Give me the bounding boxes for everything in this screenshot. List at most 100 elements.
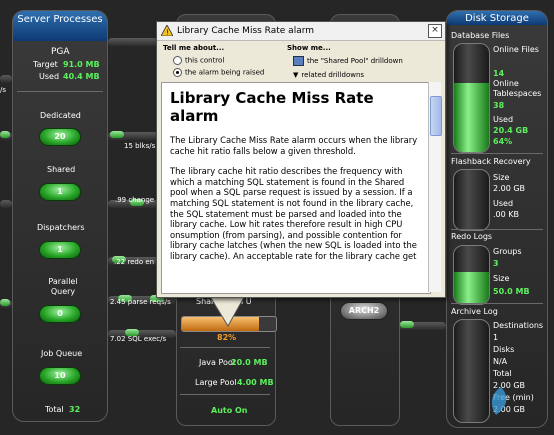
option-this-control[interactable]: this control (173, 56, 224, 65)
option-this-control-label: this control (185, 56, 225, 65)
divider (451, 303, 543, 304)
db-used-label: Used (493, 115, 514, 124)
shared-pool-drilldown-link[interactable]: the "Shared Pool" drilldown (293, 56, 403, 66)
total-label: Total (45, 405, 64, 414)
tell-me-header: Tell me about... (163, 44, 225, 52)
flow-segment (400, 321, 414, 328)
popup-scrollbar[interactable] (428, 82, 442, 292)
drilldown-link-label: the "Shared Pool" drilldown (307, 57, 403, 65)
chevron-down-icon: ▼ (293, 71, 299, 79)
scrollbar-thumb[interactable] (430, 96, 442, 136)
flashback-label: Flashback Recovery (451, 157, 531, 166)
dedicated-count[interactable]: 20 (39, 128, 81, 146)
flashback-cylinder[interactable] (453, 169, 490, 231)
destinations-label: Destinations (493, 321, 544, 330)
db-files-cylinder[interactable] (453, 43, 490, 153)
redo-logs-cylinder[interactable] (453, 245, 490, 305)
flow-segment (110, 131, 124, 138)
redo-logs-fill (454, 272, 489, 304)
large-pool-label: Large Pool (195, 378, 237, 387)
related-drilldowns-link[interactable]: ▼ related drilldowns (293, 71, 364, 79)
radio-selected-icon[interactable] (173, 68, 182, 77)
redo-logs-label: Redo Logs (451, 232, 493, 241)
help-paragraph-1: The Library Cache Miss Rate alarm occurs… (170, 135, 418, 156)
dispatchers-count[interactable]: 1 (39, 241, 81, 259)
radio-icon[interactable] (173, 56, 182, 65)
archive-log-label: Archive Log (451, 307, 498, 316)
flashback-size-label: Size (493, 173, 510, 182)
divider (451, 153, 543, 154)
job-queue-label: Job Queue (41, 349, 83, 358)
watermark-icon (491, 387, 507, 415)
flow-redo-label: .22 redo en (114, 258, 155, 266)
flashback-used-label: Used (493, 199, 514, 208)
auto-on-label[interactable]: Auto On (211, 406, 248, 415)
shared-pool-pct: 82% (217, 333, 237, 342)
disk-storage-title[interactable]: Disk Storage (447, 11, 547, 25)
dispatchers-label: Dispatchers (37, 223, 85, 232)
java-pool-label: Java Pool (199, 358, 235, 367)
popup-title: Library Cache Miss Rate alarm (177, 26, 315, 36)
alarm-popup-window[interactable]: ! Library Cache Miss Rate alarm × Tell m… (156, 21, 446, 298)
online-files-label: Online Files (493, 45, 539, 54)
used-value: 40.4 MB (63, 72, 100, 81)
popup-help-content: Library Cache Miss Rate alarm The Librar… (161, 82, 431, 294)
arch-process[interactable]: ARCH2 (340, 302, 388, 320)
shared-count[interactable]: 1 (39, 183, 81, 201)
drilldown-icon (293, 56, 304, 66)
flashback-size-value: 2.00 GB (493, 184, 526, 193)
archive-total-label: Total (493, 369, 512, 378)
disk-storage-panel: Disk Storage Database Files Online Files… (446, 10, 548, 428)
redo-size-label: Size (493, 274, 510, 283)
pipe-top (108, 38, 158, 46)
used-label: Used (39, 72, 60, 81)
close-icon[interactable]: × (428, 24, 442, 38)
divider (180, 347, 270, 348)
option-alarm-raised[interactable]: the alarm being raised (173, 68, 264, 77)
db-used-pct: 64% (493, 137, 513, 146)
total-value: 32 (69, 405, 81, 414)
redo-groups-value: 3 (493, 259, 499, 268)
flow-sql-label: 7.02 SQL exec/s (110, 335, 167, 343)
disks-label: Disks (493, 345, 515, 354)
divider (17, 91, 103, 92)
flow-changes-label: .99 change (115, 196, 155, 204)
online-tablespaces-value: 38 (493, 101, 505, 110)
flow-left-label: /s (0, 86, 7, 94)
db-files-label: Database Files (451, 31, 510, 40)
flow-blks-label: 15 blks/s (124, 142, 156, 150)
db-files-fill (454, 82, 489, 152)
target-value: 91.0 MB (63, 60, 100, 69)
help-paragraph-2: The library cache hit ratio describes th… (170, 166, 417, 261)
shared-label: Shared (47, 165, 76, 174)
show-me-header: Show me... (287, 44, 331, 52)
parallel-query-label: Parallel Query (48, 277, 78, 296)
flow-segment (0, 299, 10, 306)
svg-text:!: ! (166, 29, 169, 37)
online-files-value: 14 (493, 69, 505, 78)
server-processes-title[interactable]: Server Processes (13, 11, 107, 41)
archive-log-cylinder[interactable] (453, 319, 490, 423)
pipe-left-3 (0, 200, 12, 208)
db-used-value: 20.4 GB (493, 126, 529, 135)
divider (180, 394, 270, 395)
parallel-query-count[interactable]: 0 (39, 305, 81, 323)
pipe-left-1 (0, 75, 12, 83)
online-tablespaces-label: Online Tablespaces (493, 79, 542, 98)
flow-segment (0, 131, 10, 138)
dedicated-label: Dedicated (40, 111, 81, 120)
option-alarm-raised-label: the alarm being raised (185, 68, 265, 77)
divider (451, 229, 543, 230)
destinations-value: 1 (493, 333, 499, 342)
redo-size-value: 50.0 MB (493, 287, 530, 296)
java-pool-value: 20.0 MB (231, 358, 268, 367)
job-queue-count[interactable]: 10 (39, 367, 81, 385)
server-processes-panel: Server Processes PGA Target 91.0 MB Used… (12, 10, 108, 422)
related-drilldowns-label: related drilldowns (301, 71, 365, 79)
watermark-logo (486, 385, 550, 429)
target-label: Target (33, 60, 58, 69)
help-heading: Library Cache Miss Rate alarm (170, 89, 374, 125)
large-pool-value: 4.00 MB (237, 378, 274, 387)
flashback-used-value: .00 KB (493, 210, 519, 219)
popup-titlebar[interactable]: ! Library Cache Miss Rate alarm × (157, 22, 445, 41)
